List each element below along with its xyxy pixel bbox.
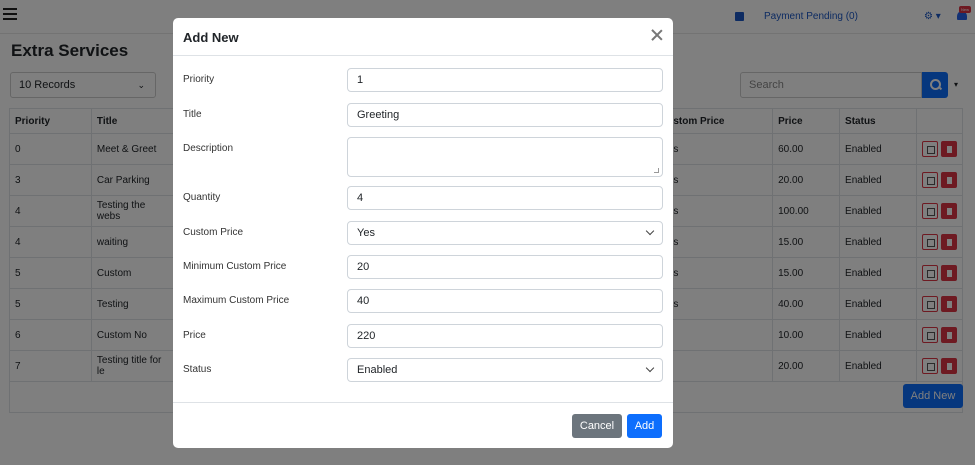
- modal-header: Add New: [173, 18, 673, 56]
- description-label: Description: [183, 143, 234, 154]
- close-icon[interactable]: [650, 28, 664, 42]
- description-textarea[interactable]: [347, 137, 663, 177]
- price-input[interactable]: 220: [347, 324, 663, 348]
- max-custom-price-label: Maximum Custom Price: [183, 295, 290, 306]
- custom-price-label: Custom Price: [183, 227, 244, 238]
- add-new-modal: Add New Priority 1 Title Greeting Descri…: [173, 18, 673, 448]
- cancel-button[interactable]: Cancel: [572, 414, 622, 438]
- custom-price-select[interactable]: Yes: [347, 221, 663, 245]
- modal-title: Add New: [183, 30, 239, 45]
- priority-input[interactable]: 1: [347, 68, 663, 92]
- status-value: Enabled: [357, 364, 398, 376]
- add-button[interactable]: Add: [627, 414, 662, 438]
- chevron-down-icon: [645, 226, 655, 236]
- modal-footer: Cancel Add: [173, 402, 673, 448]
- custom-price-value: Yes: [357, 227, 375, 239]
- priority-label: Priority: [183, 74, 215, 85]
- title-label: Title: [183, 109, 202, 120]
- title-input[interactable]: Greeting: [347, 103, 663, 127]
- max-custom-price-input[interactable]: 40: [347, 289, 663, 313]
- status-select[interactable]: Enabled: [347, 358, 663, 382]
- min-custom-price-input[interactable]: 20: [347, 255, 663, 279]
- status-label: Status: [183, 364, 212, 375]
- chevron-down-icon: [645, 363, 655, 373]
- resize-handle-icon[interactable]: [654, 168, 659, 173]
- quantity-label: Quantity: [183, 192, 221, 203]
- quantity-input[interactable]: 4: [347, 186, 663, 210]
- min-custom-price-label: Minimum Custom Price: [183, 261, 287, 272]
- price-label: Price: [183, 330, 206, 341]
